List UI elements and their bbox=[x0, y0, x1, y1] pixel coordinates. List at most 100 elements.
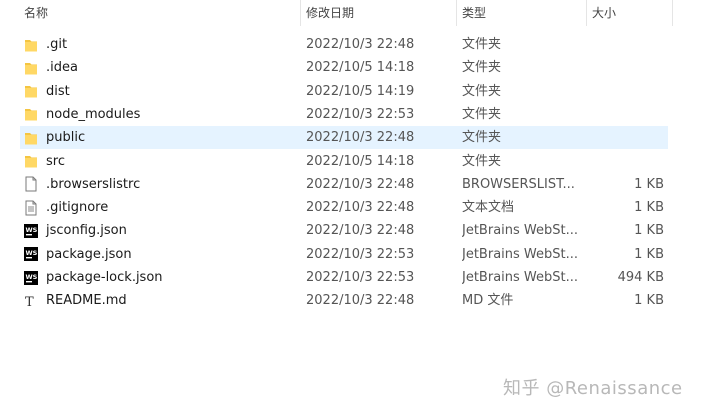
column-name-label: 名称 bbox=[24, 6, 49, 20]
file-row[interactable]: .browserslistrc 2022/10/3 22:48 BROWSERSLI… bbox=[20, 173, 668, 196]
webstorm-icon: WS bbox=[24, 270, 38, 286]
file-row[interactable]: dist 2022/10/5 14:19 文件夹 bbox=[20, 80, 668, 103]
file-date: 2022/10/5 14:19 bbox=[306, 83, 415, 99]
file-row[interactable]: src 2022/10/5 14:18 文件夹 bbox=[20, 150, 668, 173]
file-type: 文件夹 bbox=[462, 153, 502, 169]
column-size[interactable]: 大小 bbox=[586, 0, 672, 26]
file-row[interactable]: WS package.json 2022/10/3 22:53 JetBrains W… bbox=[20, 243, 668, 266]
file-type: MD 文件 bbox=[462, 293, 514, 309]
column-size-label: 大小 bbox=[592, 6, 617, 20]
column-divider[interactable] bbox=[672, 0, 673, 26]
watermark: 知乎 @Renaissance bbox=[503, 378, 683, 399]
file-type: JetBrains WebSt... bbox=[462, 223, 579, 239]
file-size bbox=[582, 56, 664, 79]
file-name-cell: .idea bbox=[24, 56, 300, 79]
column-date[interactable]: 修改日期 bbox=[300, 0, 456, 26]
file-row[interactable]: .idea 2022/10/5 14:18 文件夹 bbox=[20, 56, 668, 79]
file-name-cell: WS package-lock.json bbox=[24, 266, 300, 289]
file-date: 2022/10/3 22:48 bbox=[306, 130, 415, 146]
column-type-label: 类型 bbox=[462, 6, 487, 20]
svg-text:WS: WS bbox=[26, 226, 38, 234]
file-size: 1 KB bbox=[634, 200, 664, 216]
file-name-cell: .browserslistrc bbox=[24, 173, 300, 196]
file-name: package-lock.json bbox=[46, 270, 163, 285]
file-icon bbox=[24, 176, 38, 192]
file-row[interactable]: public 2022/10/3 22:48 文件夹 bbox=[20, 126, 668, 150]
column-type[interactable]: 类型 bbox=[456, 0, 586, 26]
file-name-cell: src bbox=[24, 150, 300, 173]
file-size: 494 KB bbox=[617, 270, 664, 285]
file-type: JetBrains WebSt... bbox=[462, 246, 579, 262]
file-name: public bbox=[46, 130, 86, 146]
file-name-cell: node_modules bbox=[24, 103, 300, 126]
webstorm-icon: WS bbox=[24, 246, 38, 262]
markdown-icon: T bbox=[24, 293, 38, 309]
file-name: .browserslistrc bbox=[46, 176, 141, 192]
file-row[interactable]: .git 2022/10/3 22:48 文件夹 bbox=[20, 33, 668, 56]
column-header: ^ 名称 修改日期 类型 大小 bbox=[0, 0, 718, 26]
file-name: src bbox=[46, 153, 65, 169]
file-row[interactable]: .gitignore 2022/10/3 22:48 文本文档 1 KB bbox=[20, 196, 668, 219]
file-size bbox=[582, 103, 664, 126]
file-date: 2022/10/3 22:48 bbox=[306, 176, 415, 192]
file-name-cell: WS package.json bbox=[24, 243, 300, 266]
file-type: JetBrains WebSt... bbox=[462, 270, 579, 285]
svg-text:WS: WS bbox=[26, 249, 38, 257]
file-row[interactable]: WS jsconfig.json 2022/10/3 22:48 JetBrains … bbox=[20, 219, 668, 242]
file-size bbox=[582, 150, 664, 173]
file-name-cell: dist bbox=[24, 80, 300, 103]
file-size bbox=[582, 33, 664, 56]
file-size bbox=[582, 80, 664, 103]
file-name: .idea bbox=[46, 60, 78, 76]
file-size: 1 KB bbox=[634, 246, 664, 262]
file-row[interactable]: T README.md 2022/10/3 22:48 MD 文件 1 KB bbox=[20, 289, 668, 312]
file-row[interactable]: node_modules 2022/10/3 22:53 文件夹 bbox=[20, 103, 668, 126]
file-type: BROWSERSLIST... bbox=[462, 176, 575, 192]
file-date: 2022/10/3 22:48 bbox=[306, 223, 415, 239]
text-file-icon bbox=[24, 200, 38, 216]
file-date: 2022/10/3 22:53 bbox=[306, 246, 415, 262]
folder-icon bbox=[24, 153, 38, 169]
file-date: 2022/10/3 22:48 bbox=[306, 37, 415, 52]
file-name-cell: public bbox=[24, 126, 300, 149]
file-name: jsconfig.json bbox=[46, 223, 127, 239]
file-size: 1 KB bbox=[634, 293, 664, 309]
folder-icon bbox=[24, 37, 38, 53]
file-type: 文件夹 bbox=[462, 130, 502, 146]
file-type: 文件夹 bbox=[462, 60, 502, 76]
file-date: 2022/10/5 14:18 bbox=[306, 60, 415, 76]
file-type: 文本文档 bbox=[462, 200, 515, 216]
svg-text:T: T bbox=[25, 295, 34, 309]
column-date-label: 修改日期 bbox=[306, 6, 355, 20]
file-type: 文件夹 bbox=[462, 37, 502, 52]
folder-icon bbox=[24, 83, 38, 99]
file-date: 2022/10/5 14:18 bbox=[306, 153, 415, 169]
folder-icon bbox=[24, 106, 38, 122]
file-date: 2022/10/3 22:48 bbox=[306, 200, 415, 216]
file-name: .git bbox=[46, 37, 68, 52]
column-name[interactable]: 名称 bbox=[18, 0, 300, 26]
file-type: 文件夹 bbox=[462, 106, 502, 122]
file-size bbox=[582, 126, 664, 149]
folder-icon bbox=[24, 130, 38, 146]
file-name-cell: T README.md bbox=[24, 289, 300, 312]
svg-text:WS: WS bbox=[26, 273, 38, 281]
file-name: dist bbox=[46, 83, 70, 99]
file-name: node_modules bbox=[46, 106, 141, 122]
file-name-cell: .git bbox=[24, 33, 300, 56]
file-name: .gitignore bbox=[46, 200, 109, 216]
file-name: package.json bbox=[46, 246, 132, 262]
file-size: 1 KB bbox=[634, 176, 664, 192]
file-type: 文件夹 bbox=[462, 83, 502, 99]
file-date: 2022/10/3 22:53 bbox=[306, 270, 415, 285]
webstorm-icon: WS bbox=[24, 223, 38, 239]
file-explorer: ^ 名称 修改日期 类型 大小 .git 2022/10/3 22:48 文件夹 .i… bbox=[0, 0, 718, 417]
folder-icon bbox=[24, 60, 38, 76]
file-name-cell: .gitignore bbox=[24, 196, 300, 219]
file-date: 2022/10/3 22:53 bbox=[306, 106, 415, 122]
file-size: 1 KB bbox=[634, 223, 664, 239]
file-date: 2022/10/3 22:48 bbox=[306, 293, 415, 309]
file-row[interactable]: WS package-lock.json 2022/10/3 22:53 JetBra… bbox=[20, 266, 668, 289]
file-name: README.md bbox=[46, 293, 127, 309]
file-name-cell: WS jsconfig.json bbox=[24, 219, 300, 242]
